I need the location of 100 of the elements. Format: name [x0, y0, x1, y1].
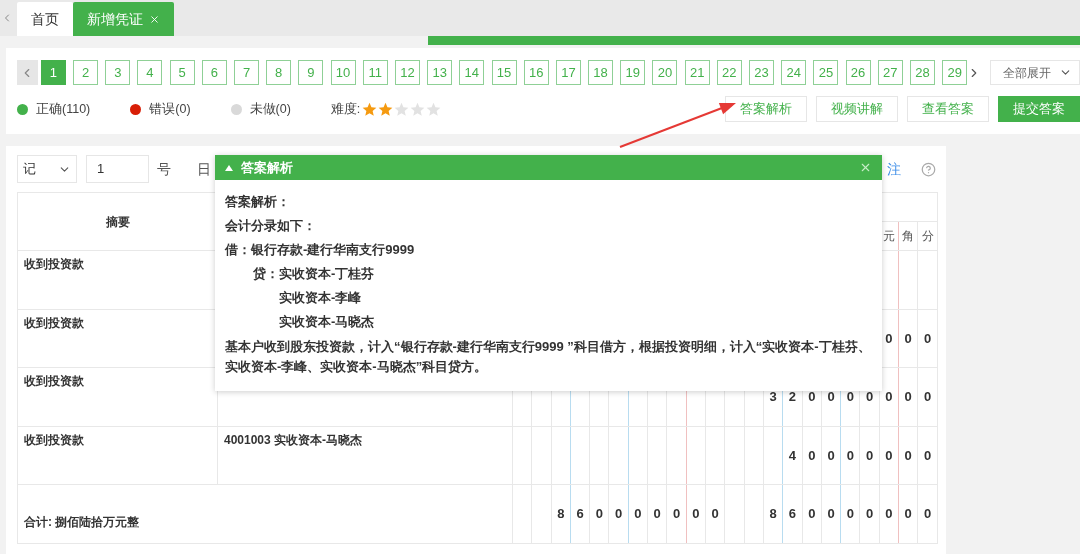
summary-cell: 收到投资款 [24, 374, 84, 388]
page-button[interactable]: 28 [909, 60, 935, 85]
page-button[interactable]: 15 [491, 60, 517, 85]
amount-digit: 3 [769, 389, 777, 404]
collapse-icon[interactable] [225, 164, 233, 171]
page-button[interactable]: 21 [684, 60, 710, 85]
page-button[interactable]: 9 [298, 60, 324, 85]
tab[interactable]: 首页 [17, 2, 73, 36]
amount-digit: 0 [904, 447, 912, 463]
page-button[interactable]: 14 [459, 60, 485, 85]
amount-digit: 0 [615, 506, 623, 522]
amount-digit: 6 [576, 506, 584, 522]
amount-digit: 0 [827, 389, 835, 404]
amount-digit: 0 [904, 330, 912, 346]
page-button[interactable]: 8 [266, 60, 292, 85]
voucher-type-select[interactable]: 记 [17, 155, 77, 183]
summary-cell: 收到投资款 [24, 432, 84, 447]
help-icon[interactable] [921, 161, 936, 177]
amount-digit: 0 [808, 447, 816, 463]
page-button[interactable]: 4 [137, 60, 163, 85]
notes-link[interactable]: 注 [887, 158, 901, 180]
action-button[interactable]: 答案解析 [725, 96, 807, 122]
amount-digit: 0 [692, 506, 700, 522]
page-button[interactable]: 6 [201, 60, 227, 85]
date-label: 日 [197, 159, 211, 179]
close-icon[interactable] [859, 161, 872, 174]
page-button[interactable]: 18 [588, 60, 614, 85]
page-button[interactable]: 26 [845, 60, 871, 85]
analysis-line: 基本户收到股东投资款，计入“银行存款-建行华南支行9999 ”科目借方，根据投资明细，计入“实收资本-丁桂芬、实收资本-李峰、实收资本-马晓杰”科目贷方。 [225, 338, 872, 376]
star-icon [378, 101, 394, 117]
action-button[interactable]: 视频讲解 [816, 96, 898, 122]
analysis-line: 实收资本-李峰 [278, 289, 363, 307]
page-button[interactable]: 23 [749, 60, 774, 85]
page-button[interactable]: 24 [781, 60, 807, 85]
amount-digit: 0 [711, 506, 719, 522]
amount-digit: 0 [923, 447, 932, 463]
status-label: 未做(0) [249, 100, 291, 118]
amount-digit: 0 [595, 506, 603, 522]
unit-header: 角 [902, 229, 915, 243]
amount-digit: 0 [866, 447, 874, 463]
amount-digit: 0 [827, 447, 835, 463]
star-icon [394, 101, 410, 117]
analysis-line: 实收资本-马晓杰 [278, 313, 376, 331]
analysis-line: 借：银行存款-建行华南支行9999 [225, 241, 416, 259]
page-button[interactable]: 27 [877, 60, 903, 85]
amount-digit: 6 [788, 506, 797, 522]
amount-digit: 0 [904, 389, 912, 404]
page-button[interactable]: 25 [813, 60, 839, 85]
action-button[interactable]: 提交答案 [998, 96, 1080, 122]
page-button[interactable]: 12 [394, 60, 420, 85]
tab[interactable]: 新增凭证 [73, 2, 174, 36]
amount-digit: 0 [904, 506, 912, 522]
expand-dropdown[interactable]: 全部展开 [990, 60, 1080, 85]
close-icon[interactable] [149, 13, 160, 25]
account-cell: 4001003 实收资本-马晓杰 [224, 432, 363, 447]
amount-digit: 0 [808, 506, 816, 522]
popup-title: 答案解析 [241, 158, 293, 177]
amount-digit: 0 [672, 506, 681, 522]
previous-page-button[interactable] [17, 60, 38, 85]
amount-digit: 8 [557, 506, 565, 522]
voucher-number-field[interactable]: 1 [86, 155, 149, 183]
page-button[interactable]: 22 [716, 60, 742, 85]
unit-header: 元 [882, 229, 895, 243]
action-button[interactable]: 查看答案 [907, 96, 989, 122]
amount-digit: 0 [885, 506, 893, 522]
page-button[interactable]: 5 [169, 60, 195, 85]
page-button[interactable]: 10 [330, 60, 356, 85]
analysis-line: 答案解析： [225, 193, 291, 211]
star-icon [362, 101, 378, 117]
page-button[interactable]: 29 [942, 60, 968, 85]
amount-digit: 0 [653, 506, 661, 522]
amount-digit: 0 [866, 506, 874, 522]
page-button[interactable]: 1 [40, 60, 66, 85]
amount-digit: 0 [846, 506, 854, 522]
difficulty-label: 难度: [330, 100, 361, 118]
amount-digit: 8 [769, 506, 777, 522]
page-button[interactable]: 3 [105, 60, 131, 85]
amount-digit: 2 [788, 389, 797, 404]
page-button[interactable]: 16 [523, 60, 549, 85]
amount-digit: 0 [846, 447, 854, 463]
amount-digit: 0 [827, 506, 835, 522]
page-button[interactable]: 19 [620, 60, 646, 85]
amount-digit: 0 [808, 389, 816, 404]
summary-cell: 收到投资款 [24, 315, 84, 330]
page-button[interactable]: 11 [362, 60, 388, 85]
star-icon [410, 101, 426, 117]
amount-digit: 0 [885, 330, 893, 346]
page-button[interactable]: 17 [555, 60, 581, 85]
page-button[interactable]: 20 [652, 60, 678, 85]
amount-digit: 0 [846, 389, 854, 404]
summary-cell: 收到投资款 [24, 257, 84, 271]
total-label: 合计: 捌佰陆拾万元整 [24, 515, 140, 529]
amount-digit: 0 [923, 389, 932, 404]
amount-digit: 0 [923, 330, 932, 346]
column-header: 摘要 [105, 214, 130, 229]
status-label: 错误(0) [149, 100, 191, 118]
page-button[interactable]: 2 [73, 60, 99, 85]
page-button[interactable]: 7 [234, 60, 259, 85]
page-button[interactable]: 13 [427, 60, 453, 85]
amount-digit: 0 [866, 389, 874, 404]
